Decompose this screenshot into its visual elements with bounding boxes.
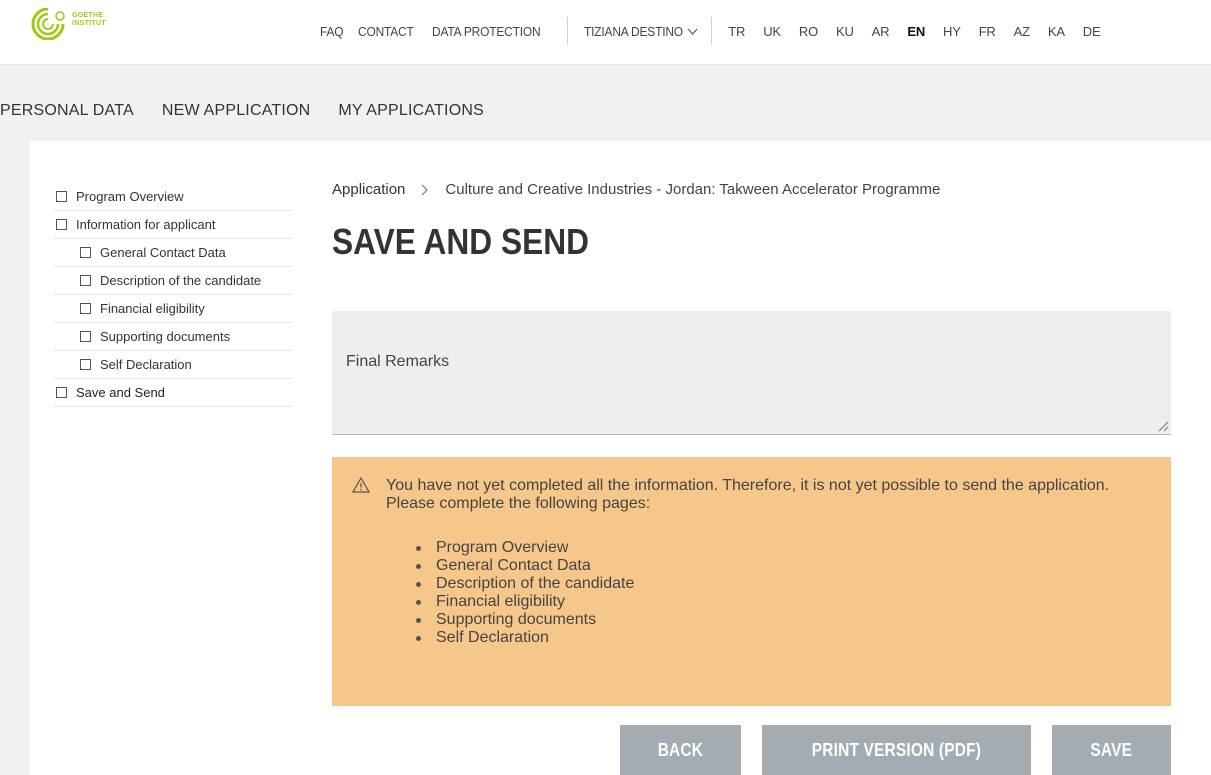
lang-ro[interactable]: RO	[799, 24, 818, 39]
save-button-label: SAVE	[1090, 739, 1133, 760]
nav-faq[interactable]: FAQ	[320, 24, 344, 39]
tab-new-application[interactable]: NEW APPLICATION	[162, 102, 311, 120]
nav-divider	[566, 17, 568, 45]
logo-word-institut: INSTITUT	[72, 20, 106, 27]
chevron-down-icon	[686, 28, 697, 35]
sidebar-item-label: Supporting documents	[100, 329, 231, 344]
back-button[interactable]: BACK	[620, 725, 741, 775]
list-item: Program Overview	[416, 539, 634, 557]
list-item: Description of the candidate	[416, 575, 634, 593]
sidebar-item-financial-eligibility[interactable]: Financial eligibility	[54, 295, 292, 323]
warning-message: You have not yet completed all the infor…	[386, 477, 1110, 512]
sidebar-item-program-overview[interactable]: Program Overview	[54, 183, 292, 211]
sidebar-item-supporting-documents[interactable]: Supporting documents	[54, 323, 292, 351]
back-button-label: BACK	[657, 739, 704, 760]
checkbox-icon	[80, 303, 91, 314]
print-button-label: PRINT VERSION (PDF)	[811, 739, 982, 760]
logo-word-goethe: GOETHE	[72, 12, 104, 19]
checkbox-icon	[80, 275, 91, 286]
breadcrumb-root[interactable]: Application	[332, 181, 405, 198]
sidebar-item-label: Information for applicant	[76, 217, 216, 232]
tab-personal-data[interactable]: PERSONAL DATA	[0, 102, 134, 120]
lang-de[interactable]: DE	[1083, 24, 1101, 39]
breadcrumb-current: Culture and Creative Industries - Jordan…	[445, 181, 941, 198]
save-button[interactable]: SAVE	[1052, 725, 1171, 775]
print-version-button[interactable]: PRINT VERSION (PDF)	[762, 725, 1031, 775]
sidebar-item-description-of-candidate[interactable]: Description of the candidate	[54, 267, 292, 295]
checkbox-icon	[80, 247, 91, 258]
user-name: TIZIANA DESTINO	[583, 23, 683, 39]
main-tabs: PERSONAL DATA NEW APPLICATION MY APPLICA…	[0, 102, 512, 120]
sidebar-item-label: Financial eligibility	[100, 301, 205, 316]
list-item: Financial eligibility	[416, 593, 634, 611]
incomplete-pages-list: Program Overview General Contact Data De…	[416, 539, 634, 647]
user-menu[interactable]: TIZIANA DESTINO	[584, 24, 698, 39]
lang-ku[interactable]: KU	[836, 24, 854, 39]
sidebar-item-information-for-applicant[interactable]: Information for applicant	[54, 211, 292, 239]
checkbox-icon	[56, 219, 67, 230]
resize-handle-icon[interactable]	[1157, 420, 1169, 432]
checkbox-icon	[56, 387, 67, 398]
list-item: Self Declaration	[416, 629, 634, 647]
lang-uk[interactable]: UK	[763, 24, 781, 39]
sidebar-item-label: Program Overview	[76, 189, 184, 204]
tab-my-applications[interactable]: MY APPLICATIONS	[338, 102, 484, 120]
application-sidebar: Program Overview Information for applica…	[54, 183, 292, 407]
goethe-logo[interactable]: GOETHE INSTITUT	[30, 7, 140, 41]
lang-ka[interactable]: KA	[1048, 24, 1065, 39]
warning-icon	[352, 477, 370, 493]
checkbox-icon	[56, 191, 67, 202]
application-panel: Program Overview Information for applica…	[30, 141, 1211, 775]
final-remarks-textarea[interactable]: Final Remarks	[332, 311, 1171, 435]
nav-contact[interactable]: CONTACT	[358, 24, 414, 39]
sidebar-item-label: Self Declaration	[100, 357, 192, 372]
lang-fr[interactable]: FR	[979, 24, 996, 39]
final-remarks-placeholder: Final Remarks	[346, 353, 450, 370]
top-nav: FAQ CONTACT DATA PROTECTION TIZIANA DEST…	[320, 17, 1101, 45]
sidebar-item-self-declaration[interactable]: Self Declaration	[54, 351, 292, 379]
sidebar-item-general-contact-data[interactable]: General Contact Data	[54, 239, 292, 267]
incomplete-warning: You have not yet completed all the infor…	[332, 457, 1171, 706]
sidebar-item-label: General Contact Data	[100, 245, 226, 260]
lang-az[interactable]: AZ	[1014, 24, 1030, 39]
list-item: Supporting documents	[416, 611, 634, 629]
logo-wordmark: GOETHE INSTITUT	[72, 12, 106, 28]
sidebar-item-label: Description of the candidate	[100, 273, 262, 288]
site-header: GOETHE INSTITUT FAQ CONTACT DATA PROTECT…	[0, 0, 1211, 65]
chevron-right-icon	[421, 184, 429, 195]
lang-ar[interactable]: AR	[872, 24, 890, 39]
lang-en[interactable]: EN	[907, 24, 925, 39]
lang-tr[interactable]: TR	[728, 24, 745, 39]
checkbox-icon	[80, 359, 91, 370]
checkbox-icon	[80, 331, 91, 342]
page-title: SAVE AND SEND	[332, 221, 590, 262]
list-item: General Contact Data	[416, 557, 634, 575]
lang-hy[interactable]: HY	[943, 24, 961, 39]
nav-divider-2	[711, 17, 713, 45]
nav-data-protection[interactable]: DATA PROTECTION	[432, 24, 541, 39]
breadcrumb: Application Culture and Creative Industr…	[332, 181, 940, 198]
sidebar-item-label: Save and Send	[76, 385, 165, 400]
sidebar-item-save-and-send[interactable]: Save and Send	[54, 379, 292, 407]
goethe-logo-icon	[31, 7, 70, 41]
